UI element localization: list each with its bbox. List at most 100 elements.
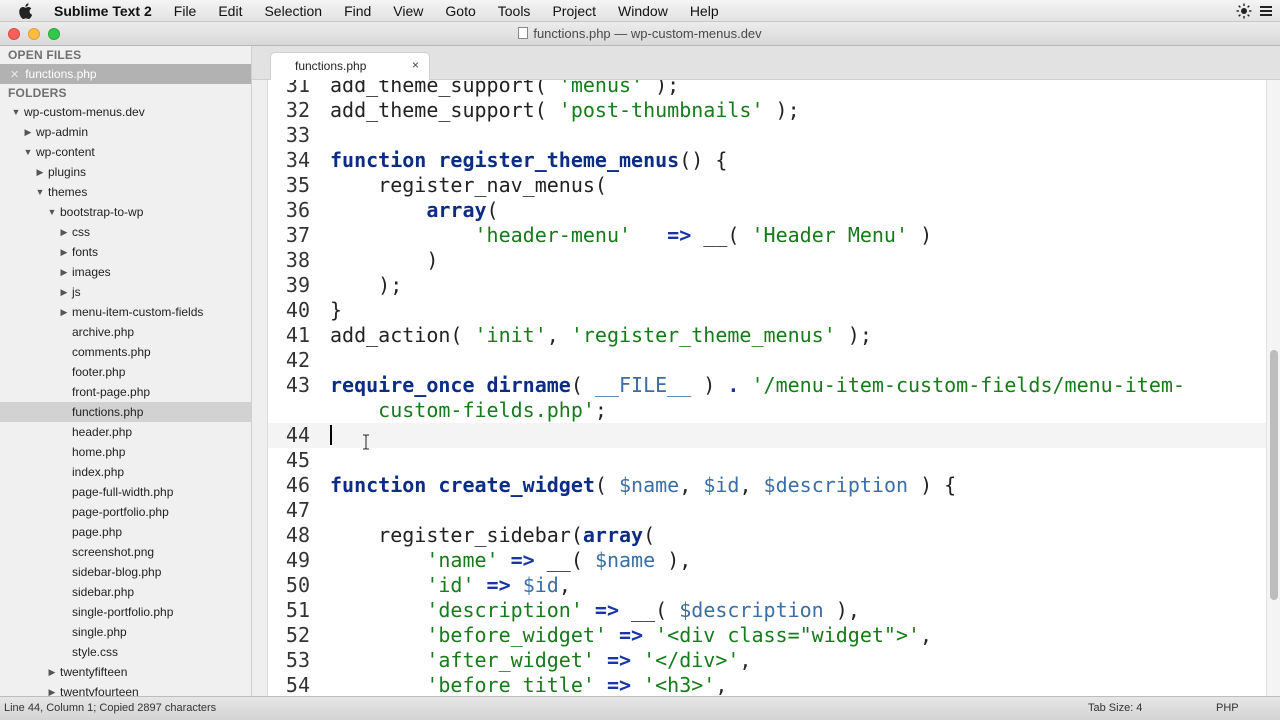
editor-scrollbar[interactable] bbox=[1266, 80, 1280, 696]
tree-folder-item[interactable]: ▶ wp-admin bbox=[0, 122, 251, 142]
tree-folder-item[interactable]: ▶ images bbox=[0, 262, 251, 282]
tree-folder-item[interactable]: ▶ menu-item-custom-fields bbox=[0, 302, 251, 322]
tree-folder-item[interactable]: ▶ js bbox=[0, 282, 251, 302]
code-line[interactable]: 43 require_once dirname( __FILE__ ) . '/m… bbox=[268, 373, 1266, 398]
code-line[interactable]: 49 'name' => __( $name ), bbox=[268, 548, 1266, 573]
code-line[interactable]: 33 bbox=[268, 123, 1266, 148]
tree-folder-item[interactable]: ▶ fonts bbox=[0, 242, 251, 262]
tree-file-item[interactable]: archive.php bbox=[0, 322, 251, 342]
disclosure-open-icon[interactable]: ▼ bbox=[22, 142, 34, 162]
code-line[interactable]: 53 'after_widget' => '</div>', bbox=[268, 648, 1266, 673]
tree-folder-item[interactable]: ▶ plugins bbox=[0, 162, 251, 182]
code-line[interactable]: 31 add_theme_support( 'menus' ); bbox=[268, 80, 1266, 98]
scrollbar-thumb[interactable] bbox=[1270, 350, 1278, 600]
tree-file-item[interactable]: index.php bbox=[0, 462, 251, 482]
code-line[interactable]: 36 array( bbox=[268, 198, 1266, 223]
code-line[interactable]: 37 'header-menu' => __( 'Header Menu' ) bbox=[268, 223, 1266, 248]
disclosure-closed-icon[interactable]: ▶ bbox=[22, 122, 34, 142]
tree-folder-item[interactable]: ▼ themes bbox=[0, 182, 251, 202]
open-file-item[interactable]: ✕ functions.php bbox=[0, 64, 251, 84]
tab-functions-php[interactable]: functions.php × bbox=[270, 52, 430, 80]
tree-file-item[interactable]: page.php bbox=[0, 522, 251, 542]
code-line[interactable]: 52 'before_widget' => '<div class="widge… bbox=[268, 623, 1266, 648]
tree-item-label: functions.php bbox=[72, 405, 144, 419]
disclosure-open-icon[interactable]: ▼ bbox=[34, 182, 46, 202]
code-line[interactable]: 44 bbox=[268, 423, 1266, 448]
tree-file-item[interactable]: page-portfolio.php bbox=[0, 502, 251, 522]
disclosure-closed-icon[interactable]: ▶ bbox=[58, 302, 70, 322]
menu-view[interactable]: View bbox=[393, 3, 423, 19]
menu-help[interactable]: Help bbox=[690, 3, 719, 19]
tree-folder-item[interactable]: ▶ twentyfifteen bbox=[0, 662, 251, 682]
tree-folder-item[interactable]: ▶ css bbox=[0, 222, 251, 242]
disclosure-closed-icon[interactable]: ▶ bbox=[58, 242, 70, 262]
app-name-menu[interactable]: Sublime Text 2 bbox=[54, 3, 152, 19]
menu-window[interactable]: Window bbox=[618, 3, 668, 19]
disclosure-open-icon[interactable]: ▼ bbox=[46, 202, 58, 222]
tree-item-label: menu-item-custom-fields bbox=[72, 305, 204, 319]
disclosure-closed-icon[interactable]: ▶ bbox=[34, 162, 46, 182]
tree-file-item[interactable]: home.php bbox=[0, 442, 251, 462]
code-token: ( bbox=[643, 523, 656, 547]
tree-file-item[interactable]: screenshot.png bbox=[0, 542, 251, 562]
tree-file-item[interactable]: sidebar.php bbox=[0, 582, 251, 602]
disclosure-closed-icon[interactable]: ▶ bbox=[58, 222, 70, 242]
tree-file-item[interactable]: header.php bbox=[0, 422, 251, 442]
code-line[interactable]: 47 bbox=[268, 498, 1266, 523]
tree-folder-item[interactable]: ▼ bootstrap-to-wp bbox=[0, 202, 251, 222]
code-line[interactable]: 39 ); bbox=[268, 273, 1266, 298]
menu-goto[interactable]: Goto bbox=[445, 3, 475, 19]
tree-folder-item[interactable]: ▼ wp-custom-menus.dev bbox=[0, 102, 251, 122]
code-line[interactable]: 34 function register_theme_menus() { bbox=[268, 148, 1266, 173]
code-line[interactable]: 42 bbox=[268, 348, 1266, 373]
disclosure-closed-icon[interactable]: ▶ bbox=[58, 262, 70, 282]
code-token: dirname bbox=[486, 373, 571, 397]
code-line[interactable]: 32 add_theme_support( 'post-thumbnails' )… bbox=[268, 98, 1266, 123]
tree-file-item[interactable]: style.css bbox=[0, 642, 251, 662]
code-token: ); bbox=[643, 80, 680, 97]
brightness-icon[interactable] bbox=[1236, 3, 1252, 19]
tab-close-icon[interactable]: × bbox=[412, 58, 419, 72]
code-text: 'before_title' => '<h3>', bbox=[330, 673, 727, 696]
status-syntax[interactable]: PHP bbox=[1216, 697, 1239, 719]
disclosure-closed-icon[interactable]: ▶ bbox=[58, 282, 70, 302]
tree-file-item[interactable]: single-portfolio.php bbox=[0, 602, 251, 622]
tree-file-item[interactable]: functions.php bbox=[0, 402, 251, 422]
disclosure-closed-icon[interactable]: ▶ bbox=[46, 682, 58, 696]
close-file-icon[interactable]: ✕ bbox=[10, 69, 19, 81]
code-line[interactable]: 51 'description' => __( $description ), bbox=[268, 598, 1266, 623]
code-line[interactable]: 38 ) bbox=[268, 248, 1266, 273]
tree-file-item[interactable]: comments.php bbox=[0, 342, 251, 362]
tree-file-item[interactable]: footer.php bbox=[0, 362, 251, 382]
tree-folder-item[interactable]: ▶ twentyfourteen bbox=[0, 682, 251, 696]
list-menu-icon[interactable] bbox=[1258, 3, 1274, 19]
menu-selection[interactable]: Selection bbox=[264, 3, 322, 19]
code-line[interactable]: 48 register_sidebar(array( bbox=[268, 523, 1266, 548]
menu-tools[interactable]: Tools bbox=[498, 3, 531, 19]
code-line[interactable]: 46 function create_widget( $name, $id, $d… bbox=[268, 473, 1266, 498]
disclosure-open-icon[interactable]: ▼ bbox=[10, 102, 22, 122]
code-line[interactable]: 50 'id' => $id, bbox=[268, 573, 1266, 598]
code-editor[interactable]: 31 add_theme_support( 'menus' ); 32 add_the… bbox=[268, 80, 1266, 696]
disclosure-closed-icon[interactable]: ▶ bbox=[46, 662, 58, 682]
tree-folder-item[interactable]: ▼ wp-content bbox=[0, 142, 251, 162]
tree-file-item[interactable]: sidebar-blog.php bbox=[0, 562, 251, 582]
tree-file-item[interactable]: page-full-width.php bbox=[0, 482, 251, 502]
code-line[interactable]: custom-fields.php'; bbox=[268, 398, 1266, 423]
menu-find[interactable]: Find bbox=[344, 3, 371, 19]
tree-file-item[interactable]: single.php bbox=[0, 622, 251, 642]
code-line[interactable]: 41 add_action( 'init', 'register_theme_me… bbox=[268, 323, 1266, 348]
code-line[interactable]: 35 register_nav_menus( bbox=[268, 173, 1266, 198]
menu-file[interactable]: File bbox=[174, 3, 197, 19]
menu-edit[interactable]: Edit bbox=[218, 3, 242, 19]
menu-project[interactable]: Project bbox=[552, 3, 596, 19]
tree-file-item[interactable]: front-page.php bbox=[0, 382, 251, 402]
code-line[interactable]: 40} bbox=[268, 298, 1266, 323]
code-line[interactable]: 45 bbox=[268, 448, 1266, 473]
code-token: ); bbox=[763, 98, 800, 122]
apple-icon[interactable] bbox=[18, 0, 38, 22]
code-line[interactable]: 54 'before_title' => '<h3>', bbox=[268, 673, 1266, 696]
status-tab-size[interactable]: Tab Size: 4 bbox=[1088, 697, 1142, 719]
